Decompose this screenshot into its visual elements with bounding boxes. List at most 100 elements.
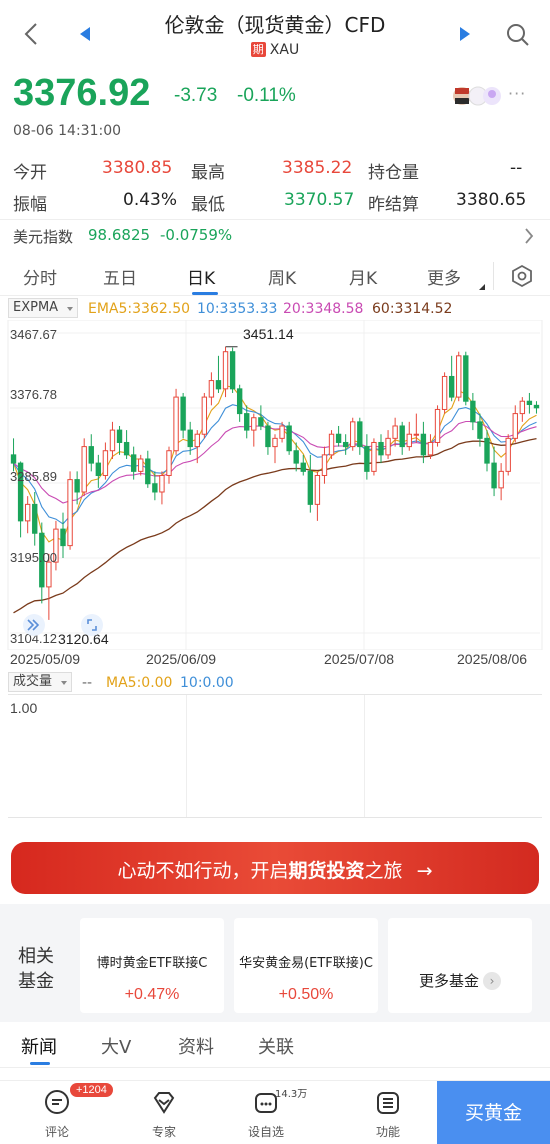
watchlist-label: 设自选 [247,1125,284,1139]
usd-index-label: 美元指数 [13,228,74,246]
function-menu-icon [377,1092,399,1114]
futures-tag: 期 [250,42,266,57]
candle-body [533,404,540,409]
fund-change: +0.50% [278,986,334,1003]
symbol-code: XAU [269,42,300,58]
indicator-legend: EXPMA EMA5:3362.50 10:3353.33 20:3348.58… [0,298,550,320]
tab-five-day[interactable]: 五日 [103,264,137,289]
candlestick-chart[interactable] [0,320,550,650]
candle-body [364,446,370,472]
candle-body [371,441,377,472]
candle-body [519,400,526,415]
active-tab-indicator [30,1062,50,1065]
candle-body [60,528,66,547]
x-tick-label: 2025/06/09 [146,651,217,667]
fast-forward-icon[interactable] [20,612,50,638]
candle-body [293,450,299,464]
chevron-right-icon[interactable] [523,226,535,246]
header: 伦敦金（现货黄金）CFD 期 XAU [0,0,550,68]
candle-body [229,351,236,390]
tab-big-v[interactable]: 大V [101,1033,131,1059]
bottom-bar: 评论 +1204 专家 设自选 14.3万 功能 买黄金 [0,1080,550,1144]
more-dropdown-corner [479,284,485,290]
price-change: -3.73 [174,85,218,106]
candle-body [321,454,328,476]
ema5-value: EMA5:3362.50 [88,301,191,317]
candle-body [484,437,490,464]
more-options-icon[interactable]: ··· [508,84,526,103]
candle-body [265,425,271,448]
expand-icon[interactable] [78,612,106,638]
amplitude-label: 振幅 [13,195,47,215]
candle-body [385,437,391,456]
ema60-value: 60:3314.52 [372,301,453,317]
user-avatars-icon[interactable] [452,84,504,108]
fund-card[interactable]: 华安黄金易(ETF联接)C +0.50% [234,918,378,1013]
futures-promo-banner[interactable]: 心动不如行动，开启期货投资之旅 → [11,842,539,894]
candle-body [109,429,116,452]
chevron-right-icon: › [483,972,501,990]
tab-weekly-k[interactable]: 周K [268,264,296,289]
candle-body [350,421,356,448]
more-funds-card[interactable]: 更多基金 › [388,918,532,1013]
expert-button[interactable]: 专家 [124,1081,204,1144]
ema20-value: 20:3348.58 [283,301,364,317]
candle-body [173,396,179,452]
volume-selector[interactable]: 成交量 [8,672,72,692]
function-label: 功能 [375,1125,400,1139]
candle-body [279,425,285,439]
fund-name: 博时黄金ETF联接C [96,956,208,971]
watchlist-count: 14.3万 [275,1089,308,1100]
price-change-percent: -0.11% [237,85,296,106]
function-button[interactable]: 功能 [348,1081,428,1144]
candle-body [335,433,342,443]
volume-chart[interactable] [8,694,542,818]
candle-body [194,433,200,448]
indicator-selector-label: EXPMA [13,300,59,315]
candle-body [286,425,292,452]
active-tab-indicator [192,292,218,295]
tab-news[interactable]: 新闻 [21,1033,57,1059]
tab-monthly-k[interactable]: 月K [349,264,377,289]
candle-body [152,483,158,493]
y-tick-label: 3285.89 [10,469,57,484]
settings-hexagon-icon[interactable] [510,264,534,288]
tab-more[interactable]: 更多 [427,264,461,289]
next-triangle-icon[interactable] [456,24,474,44]
high-marker-label: 3451.14 [243,326,294,342]
search-icon[interactable] [505,22,531,48]
candle-body [215,380,222,390]
candle-body [159,474,165,493]
candle-body [505,437,511,472]
candle-body [526,400,533,406]
candle-body [88,446,94,464]
buy-gold-button[interactable]: 买黄金 [437,1081,550,1144]
dropdown-caret-icon [67,307,73,311]
candle-body [145,458,151,485]
tab-intraday[interactable]: 分时 [23,264,57,289]
candle-body [272,437,278,448]
usd-index-row[interactable]: 美元指数 98.6825 -0.0759% [0,220,550,254]
candle-body [448,375,455,398]
candle-body [314,474,321,505]
candle-body [208,380,215,398]
candle-body [251,417,257,431]
candle-body [491,462,497,489]
expert-label: 专家 [151,1125,176,1139]
candle-body [413,433,420,436]
tab-profile[interactable]: 资料 [178,1033,214,1059]
volume-ma5: MA5:0.00 [106,675,173,691]
candle-body [46,561,52,588]
indicator-selector[interactable]: EXPMA [8,298,78,318]
fund-card[interactable]: 博时黄金ETF联接C +0.47% [80,918,224,1013]
tab-daily-k[interactable]: 日K [187,264,215,289]
news-tabs: 新闻 大V 资料 关联 [0,1024,550,1068]
volume-legend: 成交量 -- MA5:0.00 10:0.00 [0,672,550,694]
tab-related[interactable]: 关联 [258,1033,294,1059]
symbol-subtitle: 期 XAU [0,42,550,58]
candle-body [74,479,80,493]
low-label: 最低 [191,195,225,215]
stats-row-2: 振幅 0.43% 最低 3370.57 昨结算 3380.65 [0,190,550,218]
usd-index-change: -0.0759% [160,226,233,244]
comment-label: 评论 [44,1125,69,1139]
